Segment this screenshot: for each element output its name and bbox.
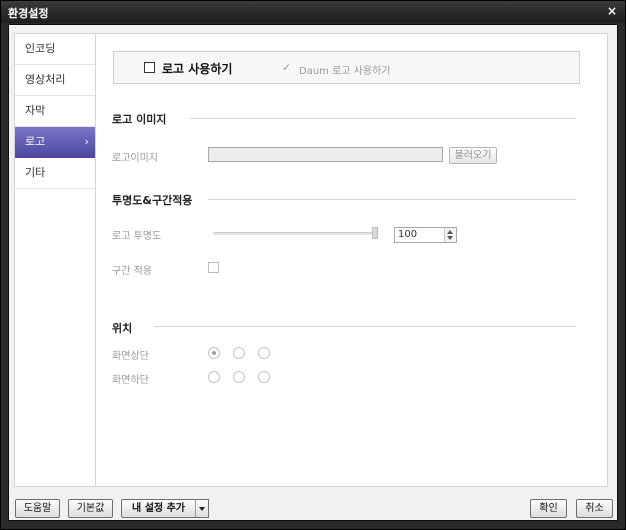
add-setting-dropdown-arrow[interactable] bbox=[195, 499, 209, 518]
range-apply-checkbox[interactable] bbox=[208, 262, 219, 273]
opacity-stepper[interactable]: 100 bbox=[394, 227, 457, 243]
position-section-title: 위치 bbox=[112, 322, 133, 335]
chevron-down-icon[interactable] bbox=[447, 236, 453, 240]
screen-top-label: 화면상단 bbox=[112, 351, 149, 362]
close-icon[interactable]: × bbox=[605, 4, 619, 18]
sidebar-item-other[interactable]: 기타 bbox=[15, 158, 95, 189]
transparency-section-title: 투명도&구간적용 bbox=[112, 194, 193, 207]
use-logo-label: 로고 사용하기 bbox=[162, 62, 233, 76]
sidebar-item-label: 인코딩 bbox=[25, 42, 56, 55]
position-bottom-left-radio[interactable] bbox=[208, 371, 220, 383]
sidebar-item-label: 영상처리 bbox=[25, 73, 66, 86]
sidebar-item-logo[interactable]: 로고 › bbox=[15, 127, 95, 158]
screen-bottom-label: 화면하단 bbox=[112, 375, 149, 386]
sidebar-item-encoding[interactable]: 인코딩 bbox=[15, 34, 95, 65]
dialog-body: 인코딩 영상처리 자막 로고 › 기타 로고 사용하기 ✓ Daum 로고 사용… bbox=[8, 24, 618, 521]
defaults-button[interactable]: 기본값 bbox=[68, 499, 113, 518]
window-title: 환경설정 bbox=[8, 7, 49, 20]
use-logo-checkbox[interactable] bbox=[144, 62, 155, 73]
sidebar-item-subtitles[interactable]: 자막 bbox=[15, 96, 95, 127]
help-button[interactable]: 도움말 bbox=[15, 499, 60, 518]
position-top-center-radio[interactable] bbox=[233, 347, 245, 359]
section-divider bbox=[154, 326, 576, 327]
title-bar[interactable]: 환경설정 × bbox=[1, 1, 625, 23]
opacity-slider-handle[interactable] bbox=[372, 227, 378, 239]
logo-enable-box: 로고 사용하기 ✓ Daum 로고 사용하기 bbox=[113, 51, 580, 84]
cancel-button[interactable]: 취소 bbox=[576, 499, 613, 518]
use-daum-logo-label: Daum 로고 사용하기 bbox=[299, 66, 391, 77]
checkmark-icon: ✓ bbox=[282, 61, 292, 74]
sidebar-item-label: 자막 bbox=[25, 104, 46, 117]
sidebar-item-label: 로고 bbox=[25, 135, 46, 148]
opacity-label: 로고 투명도 bbox=[112, 231, 162, 242]
position-bottom-right-radio[interactable] bbox=[258, 371, 270, 383]
add-my-setting-button[interactable]: 내 설정 추가 bbox=[121, 499, 196, 518]
opacity-value: 100 bbox=[398, 229, 418, 240]
section-divider bbox=[190, 118, 576, 119]
sidebar-item-video-processing[interactable]: 영상처리 bbox=[15, 65, 95, 96]
stepper-buttons[interactable] bbox=[444, 228, 456, 242]
chevron-right-icon: › bbox=[84, 135, 89, 148]
position-top-right-radio[interactable] bbox=[258, 347, 270, 359]
range-apply-label: 구간 적용 bbox=[112, 266, 152, 277]
logo-image-section-title: 로고 이미지 bbox=[112, 113, 167, 126]
logo-settings-panel: 로고 사용하기 ✓ Daum 로고 사용하기 로고 이미지 로고이미지 불러오기… bbox=[96, 33, 608, 487]
chevron-up-icon[interactable] bbox=[447, 230, 453, 234]
ok-button[interactable]: 확인 bbox=[530, 499, 567, 518]
position-bottom-center-radio[interactable] bbox=[233, 371, 245, 383]
section-divider bbox=[208, 199, 576, 200]
settings-window: 환경설정 × 인코딩 영상처리 자막 로고 › 기타 로고 사용하기 ✓ Dau… bbox=[0, 0, 626, 530]
logo-image-path-field[interactable] bbox=[208, 147, 443, 162]
logo-image-field-label: 로고이미지 bbox=[112, 153, 158, 164]
sidebar: 인코딩 영상처리 자막 로고 › 기타 bbox=[14, 33, 96, 487]
opacity-slider-track[interactable] bbox=[213, 232, 375, 235]
sidebar-item-label: 기타 bbox=[25, 166, 46, 179]
position-top-left-radio[interactable] bbox=[208, 347, 220, 359]
load-image-button[interactable]: 불러오기 bbox=[449, 147, 497, 164]
